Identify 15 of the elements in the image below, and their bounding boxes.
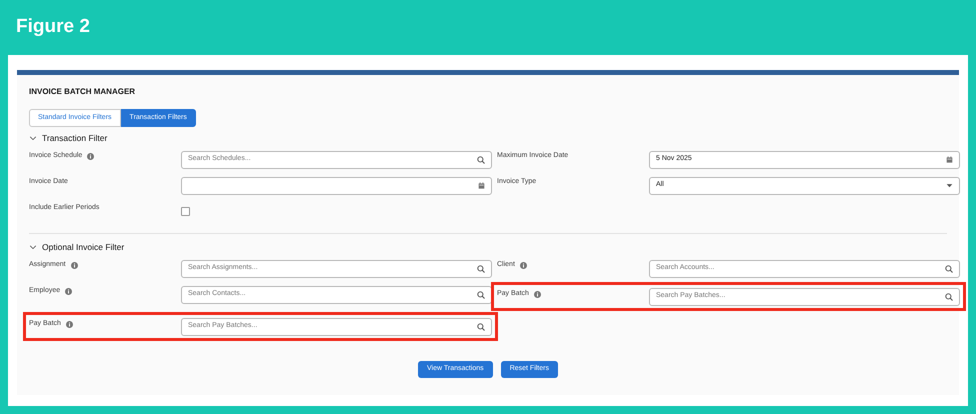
caret-icon xyxy=(946,182,953,189)
search-icon xyxy=(477,290,485,298)
search-icon xyxy=(477,156,485,164)
figure-title: Figure 2 xyxy=(16,15,90,40)
calendar-icon xyxy=(946,156,953,163)
calendar-icon xyxy=(478,182,485,189)
checkbox[interactable] xyxy=(181,207,190,216)
search-icon xyxy=(945,292,953,300)
section-title[interactable]: Optional Invoice Filter xyxy=(42,240,124,254)
search-icon xyxy=(477,264,485,272)
app-title: INVOICE BATCH MANAGER xyxy=(29,86,136,98)
section-title[interactable]: Transaction Filter xyxy=(42,132,108,144)
search-icon xyxy=(477,322,485,330)
search-icon xyxy=(945,264,953,272)
date-field[interactable] xyxy=(181,176,492,194)
